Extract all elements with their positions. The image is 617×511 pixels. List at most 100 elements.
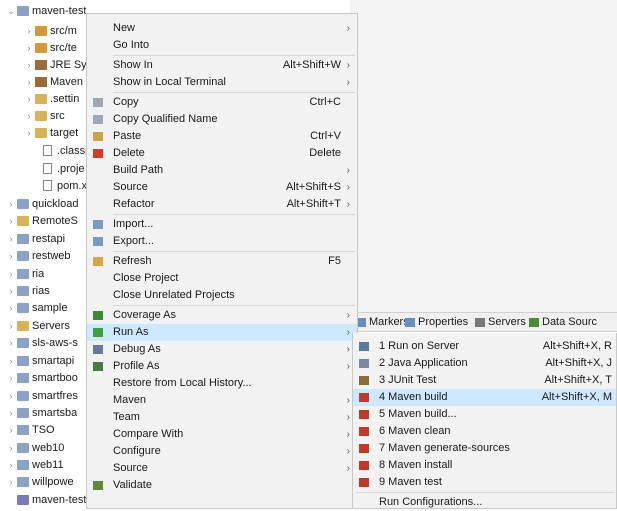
tree-item-quickload[interactable]: › quickload: [6, 196, 79, 212]
tree-item-proje[interactable]: .proje: [32, 161, 85, 177]
tree-item-sample[interactable]: › sample: [6, 300, 68, 316]
menu-item-export[interactable]: Export...: [87, 233, 357, 250]
menu-item-close-unrelated-projects[interactable]: Close Unrelated Projects: [87, 287, 357, 304]
menu-item-team[interactable]: Team ›: [87, 409, 357, 426]
menu-item-label: Coverage As: [113, 309, 176, 321]
tree-item-src-te[interactable]: › src/te: [24, 40, 77, 56]
expand-right-icon[interactable]: ›: [6, 318, 16, 334]
tree-item-ria[interactable]: › ria: [6, 266, 45, 282]
menu-item-validate[interactable]: Validate: [87, 477, 357, 494]
expand-right-icon[interactable]: ›: [6, 353, 16, 369]
tree-item-target[interactable]: › target: [24, 125, 79, 141]
tree-item-label: smartboo: [32, 372, 78, 384]
menu-item-copy[interactable]: Copy Ctrl+C: [87, 94, 357, 111]
view-tab-servers[interactable]: Servers: [475, 314, 526, 330]
menu-item-restore-from-local-history[interactable]: Restore from Local History...: [87, 375, 357, 392]
tree-item-maven[interactable]: › Maven: [24, 74, 84, 90]
tree-item-classp[interactable]: .classp: [32, 143, 91, 159]
tree-item-restapi[interactable]: › restapi: [6, 231, 66, 247]
menu-item-configure[interactable]: Configure ›: [87, 443, 357, 460]
submenu-arrow-icon: ›: [346, 446, 350, 457]
menu-item-new[interactable]: New ›: [87, 20, 357, 37]
menu-item-coverage-as[interactable]: Coverage As ›: [87, 307, 357, 324]
menu-item-run-configurations[interactable]: Run Configurations...: [353, 494, 616, 511]
view-tab-data-sourc[interactable]: Data Sourc: [529, 314, 597, 330]
expand-right-icon[interactable]: ›: [6, 196, 16, 212]
menu-item-build-path[interactable]: Build Path ›: [87, 162, 357, 179]
expand-right-icon[interactable]: ›: [24, 91, 34, 107]
tree-item-tso[interactable]: › TSO: [6, 422, 55, 438]
menu-item-7-maven-generate-sources[interactable]: 7 Maven generate-sources: [353, 440, 616, 457]
expand-right-icon[interactable]: ›: [6, 388, 16, 404]
tree-item-restweb[interactable]: › restweb: [6, 248, 71, 264]
expand-right-icon[interactable]: ›: [24, 125, 34, 141]
tree-item-smartapi[interactable]: › smartapi: [6, 353, 75, 369]
tree-item-smartsba[interactable]: › smartsba: [6, 405, 78, 421]
expand-right-icon[interactable]: ›: [6, 422, 16, 438]
menu-item-source[interactable]: Source ›: [87, 460, 357, 477]
tree-item-jre-sy[interactable]: › JRE Sy: [24, 57, 87, 73]
expand-right-icon[interactable]: ›: [6, 457, 16, 473]
tree-item-remotes[interactable]: › RemoteS: [6, 213, 78, 229]
expand-right-icon[interactable]: ›: [6, 370, 16, 386]
menu-item-9-maven-test[interactable]: 9 Maven test: [353, 474, 616, 491]
menu-item-maven[interactable]: Maven ›: [87, 392, 357, 409]
expand-right-icon[interactable]: ›: [24, 57, 34, 73]
menu-item-8-maven-install[interactable]: 8 Maven install: [353, 457, 616, 474]
menu-item-close-project[interactable]: Close Project: [87, 270, 357, 287]
view-tab-markers[interactable]: Markers: [356, 314, 409, 330]
tree-item-settin[interactable]: › .settin: [24, 91, 80, 107]
expand-right-icon[interactable]: ›: [6, 474, 16, 490]
expand-right-icon[interactable]: ›: [6, 283, 16, 299]
menu-item-show-in-local-terminal[interactable]: Show in Local Terminal ›: [87, 74, 357, 91]
expand-right-icon[interactable]: ›: [6, 248, 16, 264]
expand-down-icon[interactable]: ⌄: [6, 3, 16, 19]
menu-item-6-maven-clean[interactable]: 6 Maven clean: [353, 423, 616, 440]
tree-item-label: Maven: [50, 76, 84, 88]
view-tab-properties[interactable]: Properties: [405, 314, 468, 330]
menu-item-profile-as[interactable]: Profile As ›: [87, 358, 357, 375]
expand-right-icon[interactable]: ›: [6, 335, 16, 351]
menu-item-source[interactable]: Source Alt+Shift+S ›: [87, 179, 357, 196]
expand-right-icon[interactable]: ›: [6, 266, 16, 282]
menu-item-paste[interactable]: Paste Ctrl+V: [87, 128, 357, 145]
tree-item-willpowe[interactable]: › willpowe: [6, 474, 74, 490]
menu-item-import[interactable]: Import...: [87, 216, 357, 233]
menu-item-show-in[interactable]: Show In Alt+Shift+W ›: [87, 57, 357, 74]
menu-item-5-maven-build[interactable]: 5 Maven build...: [353, 406, 616, 423]
tree-item-web11[interactable]: › web11: [6, 457, 64, 473]
tree-item-pom-x[interactable]: pom.x: [32, 178, 87, 194]
menu-item-1-run-on-server[interactable]: 1 Run on Server Alt+Shift+X, R: [353, 338, 616, 355]
tree-item-src-m[interactable]: › src/m: [24, 23, 77, 39]
menu-item-debug-as[interactable]: Debug As ›: [87, 341, 357, 358]
expand-right-icon[interactable]: ›: [24, 40, 34, 56]
tree-item-smartboo[interactable]: › smartboo: [6, 370, 78, 386]
menu-item-go-into[interactable]: Go Into: [87, 37, 357, 54]
expand-right-icon[interactable]: ›: [24, 108, 34, 124]
expand-right-icon[interactable]: ›: [6, 231, 16, 247]
menu-item-run-as[interactable]: Run As ›: [87, 324, 357, 341]
menu-item-delete[interactable]: Delete Delete: [87, 145, 357, 162]
expand-right-icon[interactable]: ›: [6, 213, 16, 229]
expand-right-icon[interactable]: ›: [6, 300, 16, 316]
menu-item-3-junit-test[interactable]: 3 JUnit Test Alt+Shift+X, T: [353, 372, 616, 389]
tree-item-maven-test[interactable]: ⌄ maven-test: [6, 3, 86, 19]
tree-item-rias[interactable]: › rias: [6, 283, 50, 299]
tree-item-maven-test[interactable]: maven-test: [6, 492, 86, 508]
menu-item-4-maven-build[interactable]: 4 Maven build Alt+Shift+X, M: [353, 389, 616, 406]
menu-item-refactor[interactable]: Refactor Alt+Shift+T ›: [87, 196, 357, 213]
expand-right-icon[interactable]: ›: [24, 23, 34, 39]
menu-item-2-java-application[interactable]: 2 Java Application Alt+Shift+X, J: [353, 355, 616, 372]
tree-item-web10[interactable]: › web10: [6, 440, 65, 456]
tree-item-sls-aws-s[interactable]: › sls-aws-s: [6, 335, 78, 351]
menu-item-refresh[interactable]: Refresh F5: [87, 253, 357, 270]
expand-right-icon[interactable]: ›: [6, 440, 16, 456]
expand-right-icon[interactable]: ›: [6, 405, 16, 421]
project-icon: [17, 234, 29, 244]
tree-item-servers[interactable]: › Servers: [6, 318, 70, 334]
tree-item-smartfres[interactable]: › smartfres: [6, 388, 78, 404]
expand-right-icon[interactable]: ›: [24, 74, 34, 90]
menu-item-compare-with[interactable]: Compare With ›: [87, 426, 357, 443]
menu-item-copy-qualified-name[interactable]: Copy Qualified Name: [87, 111, 357, 128]
tree-item-src[interactable]: › src: [24, 108, 65, 124]
